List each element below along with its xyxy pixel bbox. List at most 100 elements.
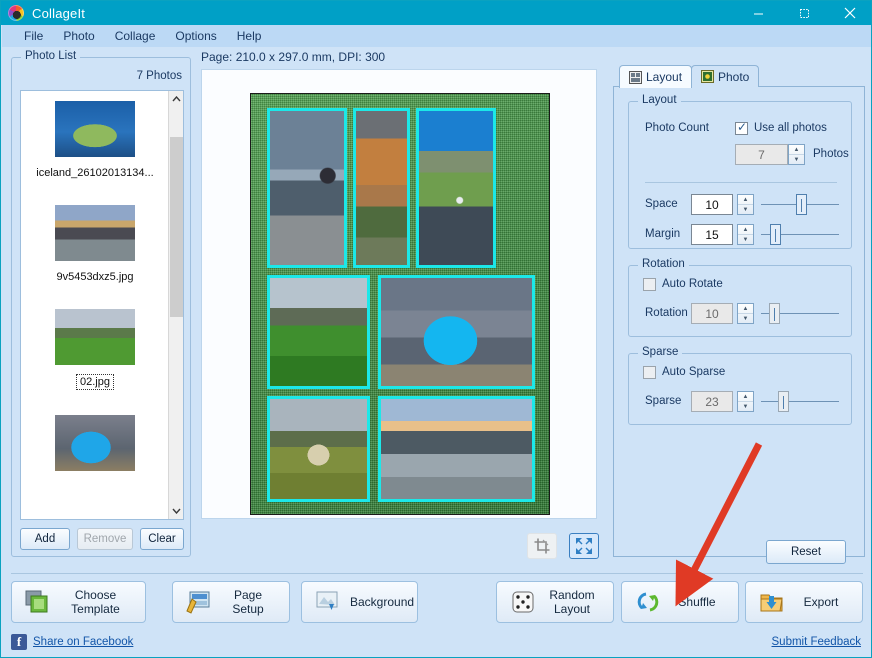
- list-item[interactable]: 9v5453dxz5.jpg: [21, 195, 169, 299]
- layout-icon: [629, 70, 642, 84]
- export-label: Export: [803, 595, 839, 609]
- collage-cell[interactable]: [267, 275, 370, 389]
- collage-cell[interactable]: [378, 396, 535, 502]
- random-layout-button[interactable]: Random Layout: [496, 581, 614, 623]
- choose-template-label: Choose Template: [71, 588, 120, 616]
- collageit-logo-icon: [8, 5, 24, 21]
- tab-photo[interactable]: Photo: [691, 65, 760, 87]
- photo-count-label: Photo Count: [645, 122, 709, 134]
- sparse-stepper[interactable]: ▲ ▼: [737, 391, 754, 412]
- title-bar: CollageIt: [1, 1, 871, 25]
- photo-list-title: Photo List: [21, 50, 81, 62]
- photo-count-label: 7 Photos: [136, 70, 182, 82]
- rotation-slider[interactable]: [761, 303, 839, 324]
- panel-tabs: Layout Photo: [613, 65, 865, 88]
- photo-list-box[interactable]: iceland_26102013134... 9v5453dxz5.jpg 02…: [20, 90, 184, 520]
- margin-input[interactable]: 15: [691, 224, 733, 245]
- stepper-up-icon[interactable]: ▲: [738, 225, 753, 234]
- auto-rotate-checkbox[interactable]: [643, 278, 656, 291]
- choose-template-button[interactable]: Choose Template: [11, 581, 146, 623]
- margin-stepper[interactable]: ▲ ▼: [737, 224, 754, 245]
- scrollbar-thumb[interactable]: [170, 137, 183, 317]
- auto-sparse-label: Auto Sparse: [662, 366, 726, 378]
- slider-thumb[interactable]: [795, 194, 807, 215]
- stepper-up-icon[interactable]: ▲: [738, 195, 753, 204]
- layout-group: Layout Photo Count Use all photos 7 ▲ ▼ …: [628, 94, 852, 249]
- space-stepper[interactable]: ▲ ▼: [737, 194, 754, 215]
- fit-icon: [576, 538, 592, 554]
- facebook-icon[interactable]: f: [11, 634, 27, 650]
- maximize-icon[interactable]: [781, 1, 827, 25]
- share-on-facebook-link[interactable]: Share on Facebook: [33, 636, 133, 648]
- photo-caption: 02.jpg: [76, 374, 114, 390]
- stepper-down-icon[interactable]: ▼: [789, 154, 804, 164]
- list-item[interactable]: 02.jpg: [21, 299, 169, 405]
- photo-caption: 9v5453dxz5.jpg: [56, 271, 134, 283]
- slider-track: [761, 401, 839, 402]
- slider-thumb[interactable]: [769, 303, 781, 324]
- photos-suffix-label: Photos: [813, 148, 849, 160]
- stepper-up-icon[interactable]: ▲: [738, 392, 753, 401]
- tab-layout[interactable]: Layout: [619, 65, 693, 88]
- collage-cell[interactable]: [267, 396, 370, 502]
- photo-thumbnail[interactable]: [55, 205, 135, 261]
- fit-tool-button[interactable]: [569, 533, 599, 559]
- collage-canvas[interactable]: [250, 93, 550, 515]
- stepper-up-icon[interactable]: ▲: [738, 304, 753, 313]
- rotation-label: Rotation: [645, 307, 688, 319]
- divider: [645, 182, 837, 183]
- chevron-down-icon[interactable]: [169, 503, 183, 519]
- background-button[interactable]: Background: [301, 581, 418, 623]
- use-all-photos-checkbox[interactable]: [735, 120, 748, 135]
- stepper-down-icon[interactable]: ▼: [738, 313, 753, 323]
- chevron-up-icon[interactable]: [169, 91, 183, 107]
- margin-slider[interactable]: [761, 224, 839, 245]
- menu-item-options[interactable]: Options: [165, 27, 226, 45]
- stepper-up-icon[interactable]: ▲: [789, 145, 804, 154]
- slider-thumb[interactable]: [777, 391, 789, 412]
- photo-list-scrollbar[interactable]: [168, 91, 183, 519]
- crop-tool-button[interactable]: [527, 533, 557, 559]
- tab-layout-label: Layout: [646, 70, 683, 84]
- photo-count-stepper[interactable]: ▲ ▼: [788, 144, 805, 165]
- use-all-photos-label: Use all photos: [754, 122, 827, 134]
- slider-thumb[interactable]: [770, 224, 782, 245]
- space-slider[interactable]: [761, 194, 839, 215]
- space-input[interactable]: 10: [691, 194, 733, 215]
- minimize-icon[interactable]: [735, 1, 781, 25]
- collage-preview[interactable]: [201, 69, 597, 519]
- add-button[interactable]: Add: [20, 528, 70, 550]
- reset-button[interactable]: Reset: [766, 540, 846, 564]
- collage-cell[interactable]: [378, 275, 535, 389]
- submit-feedback-link[interactable]: Submit Feedback: [772, 636, 862, 648]
- rotation-group: Rotation Auto Rotate Rotation 10 ▲ ▼: [628, 258, 852, 337]
- collage-cell[interactable]: [267, 108, 347, 268]
- list-item[interactable]: [21, 405, 169, 497]
- menu-item-photo[interactable]: Photo: [53, 27, 104, 45]
- clear-button[interactable]: Clear: [140, 528, 184, 550]
- close-icon[interactable]: [827, 1, 871, 25]
- panel-body: Layout Photo Count Use all photos 7 ▲ ▼ …: [613, 87, 865, 564]
- dice-icon: [507, 587, 539, 617]
- menu-item-help[interactable]: Help: [227, 27, 272, 45]
- auto-sparse-checkbox[interactable]: [643, 366, 656, 379]
- stepper-down-icon[interactable]: ▼: [738, 204, 753, 214]
- photo-thumbnail[interactable]: [55, 415, 135, 471]
- menu-item-file[interactable]: File: [14, 27, 53, 45]
- photo-thumbnail[interactable]: [55, 309, 135, 365]
- list-item[interactable]: iceland_26102013134...: [21, 91, 169, 195]
- menu-item-collage[interactable]: Collage: [105, 27, 166, 45]
- rotation-stepper[interactable]: ▲ ▼: [737, 303, 754, 324]
- shuffle-button[interactable]: Shuffle: [621, 581, 739, 623]
- page-info-label: Page: 210.0 x 297.0 mm, DPI: 300: [201, 50, 386, 64]
- sparse-slider[interactable]: [761, 391, 839, 412]
- photo-thumbnail[interactable]: [55, 101, 135, 157]
- export-button[interactable]: Export: [745, 581, 863, 623]
- page-setup-button[interactable]: Page Setup: [172, 581, 290, 623]
- template-icon: [22, 587, 54, 617]
- stepper-down-icon[interactable]: ▼: [738, 401, 753, 411]
- collage-cell[interactable]: [353, 108, 410, 268]
- layout-group-title: Layout: [638, 94, 681, 106]
- collage-cell[interactable]: [416, 108, 496, 268]
- stepper-down-icon[interactable]: ▼: [738, 234, 753, 244]
